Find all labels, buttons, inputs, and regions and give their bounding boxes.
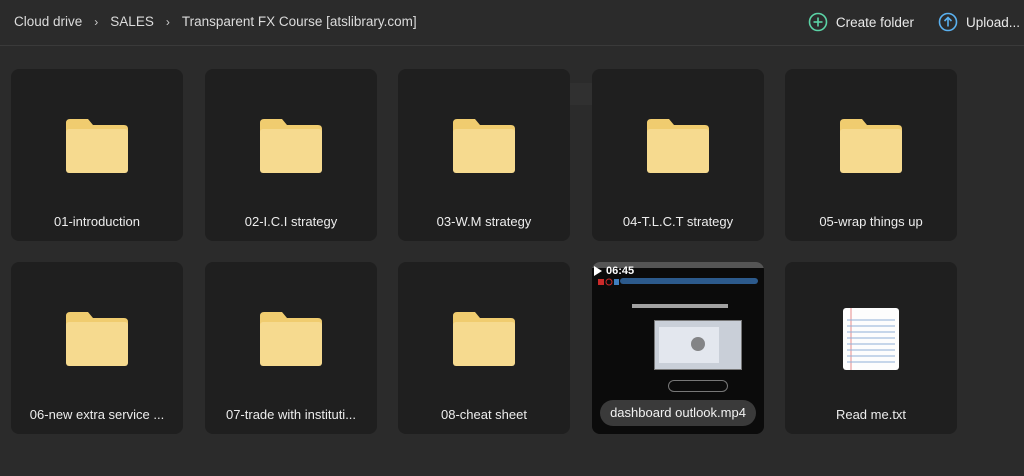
folder-tile[interactable]: 06-new extra service ... (11, 262, 183, 434)
folder-icon (453, 312, 515, 366)
top-bar: Cloud drive › SALES › Transparent FX Cou… (0, 0, 1024, 46)
folder-icon (66, 312, 128, 366)
item-name: 08-cheat sheet (440, 407, 527, 422)
item-name: 01-introduction (54, 214, 140, 229)
folder-tile[interactable]: 08-cheat sheet (398, 262, 570, 434)
play-icon (594, 266, 602, 276)
play-circle-icon (691, 337, 705, 351)
folder-tile[interactable]: 07-trade with instituti... (205, 262, 377, 434)
breadcrumb-cloud-drive[interactable]: Cloud drive (14, 14, 82, 29)
folder-icon (840, 119, 902, 173)
item-name: 06-new extra service ... (29, 407, 165, 422)
item-name: 03-W.M strategy (436, 214, 532, 229)
video-thumbnail-text-line (632, 304, 728, 308)
breadcrumb: Cloud drive › SALES › Transparent FX Cou… (14, 14, 417, 29)
folder-icon (260, 119, 322, 173)
folder-icon (453, 119, 515, 173)
item-name: 07-trade with instituti... (225, 407, 357, 422)
create-folder-label: Create folder (835, 14, 914, 30)
item-name: 04-T.L.C.T strategy (622, 214, 734, 229)
video-thumbnail-address-bar (620, 278, 758, 284)
folder-tile[interactable]: 05-wrap things up (785, 69, 957, 241)
folder-icon (260, 312, 322, 366)
breadcrumb-current-folder[interactable]: Transparent FX Course [atslibrary.com] (182, 14, 417, 29)
video-thumbnail-button (668, 380, 728, 392)
create-folder-button[interactable]: Create folder (808, 12, 914, 32)
folder-tile[interactable]: 04-T.L.C.T strategy (592, 69, 764, 241)
upload-label: Upload... (965, 14, 1020, 30)
video-thumbnail-screen (654, 320, 742, 370)
folder-tile[interactable]: 03-W.M strategy (398, 69, 570, 241)
item-name: dashboard outlook.mp4 (600, 400, 756, 426)
breadcrumb-sales[interactable]: SALES (110, 14, 154, 29)
item-name: 02-I.C.I strategy (244, 214, 338, 229)
video-thumbnail-icons (598, 278, 619, 286)
text-file-tile[interactable]: Read me.txt (785, 262, 957, 434)
video-thumbnail-page (659, 327, 719, 363)
folder-tile[interactable]: 01-introduction (11, 69, 183, 241)
video-duration: 06:45 (606, 265, 635, 277)
folder-tile[interactable]: 02-I.C.I strategy (205, 69, 377, 241)
folder-icon (647, 119, 709, 173)
upload-arrow-icon (938, 12, 958, 32)
text-file-icon (843, 308, 899, 370)
plus-circle-icon (808, 12, 828, 32)
folder-icon (66, 119, 128, 173)
chevron-right-icon: › (165, 14, 170, 29)
chevron-right-icon: › (94, 14, 99, 29)
item-name: 05-wrap things up (819, 214, 923, 229)
toolbar-actions: Create folder Upload... (808, 12, 1024, 32)
upload-button[interactable]: Upload... (938, 12, 1020, 32)
item-name: Read me.txt (835, 407, 907, 422)
video-tile[interactable]: 06:45 dashboard outlook.mp4 (592, 262, 764, 434)
